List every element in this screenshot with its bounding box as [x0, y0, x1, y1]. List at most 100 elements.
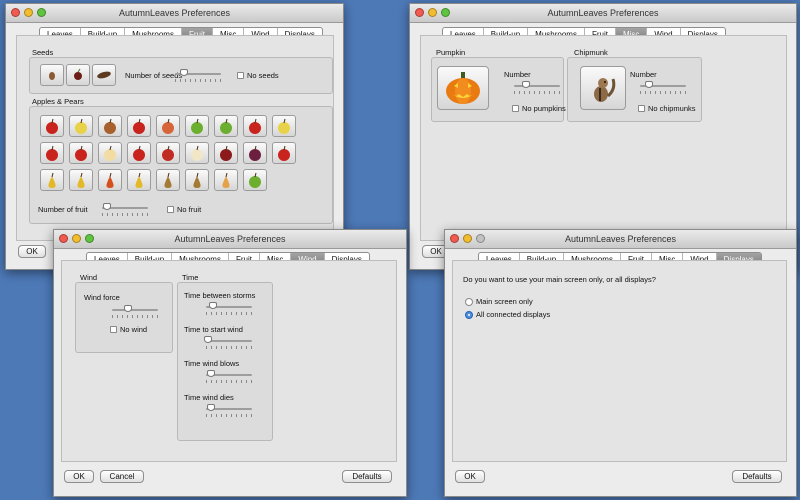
minimize-window-icon[interactable] — [428, 8, 437, 17]
no-fruit-checkbox[interactable]: No fruit — [167, 205, 201, 214]
defaults-button[interactable]: Defaults — [732, 470, 782, 483]
apple-core-icon — [191, 145, 203, 161]
pumpkin-tile[interactable] — [437, 66, 489, 110]
zoom-window-icon[interactable] — [441, 8, 450, 17]
wind-force-label: Wind force — [84, 293, 120, 302]
wind-group-title: Wind — [80, 273, 98, 282]
pod-tile[interactable] — [92, 64, 116, 86]
fruit-tile[interactable] — [98, 169, 122, 191]
fruit-tile[interactable] — [127, 115, 151, 137]
fruit-tile[interactable] — [272, 142, 296, 164]
pumpkin-number-label: Number — [504, 70, 531, 79]
fruit-tile[interactable] — [127, 169, 151, 191]
time-slider-label: Time between storms — [184, 291, 256, 300]
cherry-seed-tile[interactable] — [66, 64, 90, 86]
close-window-icon[interactable] — [450, 234, 459, 243]
title-bar[interactable]: AutumnLeaves Preferences — [445, 230, 796, 249]
number-of-seeds-label: Number of seeds — [125, 71, 183, 80]
time-slider[interactable] — [206, 404, 252, 417]
chipmunk-number-label: Number — [630, 70, 657, 79]
no-chipmunks-label: No chipmunks — [648, 104, 696, 113]
fruit-tile[interactable] — [185, 115, 209, 137]
pale-apple-icon — [104, 145, 116, 161]
title-bar[interactable]: AutumnLeaves Preferences — [410, 4, 796, 23]
bitten-apple-icon — [162, 145, 174, 161]
fruit-tile[interactable] — [98, 142, 122, 164]
chipmunk-tile[interactable] — [580, 66, 626, 110]
fruit-tile[interactable] — [243, 115, 267, 137]
no-wind-checkbox[interactable]: No wind — [110, 325, 147, 334]
close-window-icon[interactable] — [415, 8, 424, 17]
all-connected-displays-radio[interactable]: All connected displays — [465, 310, 550, 319]
seed-tile[interactable] — [40, 64, 64, 86]
fruit-tile[interactable] — [69, 115, 93, 137]
close-window-icon[interactable] — [11, 8, 20, 17]
all-connected-displays-label: All connected displays — [476, 310, 551, 319]
zoom-window-icon[interactable] — [37, 8, 46, 17]
number-of-seeds-slider[interactable] — [175, 69, 221, 82]
number-of-fruit-slider[interactable] — [102, 203, 148, 216]
all-connected-displays-radio-dot — [465, 310, 473, 319]
green-apple-icon — [220, 118, 232, 134]
title-bar[interactable]: AutumnLeaves Preferences — [54, 230, 406, 249]
number-of-fruit-label: Number of fruit — [38, 205, 88, 214]
close-window-icon[interactable] — [59, 234, 68, 243]
fruit-tile[interactable] — [40, 142, 64, 164]
fruit-tile[interactable] — [214, 115, 238, 137]
fruit-tile[interactable] — [156, 169, 180, 191]
time-slider-label: Time wind dies — [184, 393, 234, 402]
red-apple-icon — [46, 118, 58, 134]
window-title: AutumnLeaves Preferences — [564, 234, 677, 244]
time-slider[interactable] — [206, 302, 252, 315]
orange-pear-icon — [222, 172, 230, 188]
fruit-tile[interactable] — [69, 142, 93, 164]
fruit-tile[interactable] — [127, 142, 151, 164]
fruit-tile[interactable] — [243, 142, 267, 164]
fruit-tile[interactable] — [40, 169, 64, 191]
ok-button[interactable]: OK — [64, 470, 94, 483]
fruit-tile[interactable] — [98, 115, 122, 137]
wind-force-slider[interactable] — [112, 305, 158, 318]
tab-content-pane: Wind Wind force No wind Time Time betwee… — [61, 260, 397, 462]
red-apple-icon — [249, 118, 261, 134]
title-bar[interactable]: AutumnLeaves Preferences — [6, 4, 343, 23]
zoom-window-icon[interactable] — [476, 234, 485, 243]
no-pumpkins-checkbox[interactable]: No pumpkins — [512, 104, 566, 113]
red-apple-icon — [46, 145, 58, 161]
time-slider[interactable] — [204, 336, 252, 349]
pumpkin-number-slider[interactable] — [514, 81, 560, 94]
red-apple-icon — [133, 118, 145, 134]
fruit-tile[interactable] — [214, 169, 238, 191]
chipmunk-number-slider[interactable] — [640, 81, 686, 94]
minimize-window-icon[interactable] — [463, 234, 472, 243]
minimize-window-icon[interactable] — [24, 8, 33, 17]
defaults-button[interactable]: Defaults — [342, 470, 392, 483]
fruit-tile[interactable] — [185, 142, 209, 164]
no-seeds-checkbox[interactable]: No seeds — [237, 71, 279, 80]
no-chipmunks-checkbox[interactable]: No chipmunks — [638, 104, 696, 113]
ok-button[interactable]: OK — [18, 245, 46, 258]
time-group-title: Time — [182, 273, 199, 282]
fruit-tile[interactable] — [156, 115, 180, 137]
yellow-pear-icon — [48, 172, 56, 188]
fruit-tile[interactable] — [243, 169, 267, 191]
fruit-tile[interactable] — [272, 115, 296, 137]
minimize-window-icon[interactable] — [72, 234, 81, 243]
fruit-tile[interactable] — [69, 169, 93, 191]
fruit-tile[interactable] — [185, 169, 209, 191]
time-group: Time between storms Time to start wind Tim… — [177, 282, 273, 441]
main-screen-only-radio[interactable]: Main screen only — [465, 297, 533, 306]
time-slider[interactable] — [206, 370, 252, 383]
pumpkin-icon — [446, 72, 480, 104]
yellow-apple-icon — [75, 118, 87, 134]
cancel-button[interactable]: Cancel — [100, 470, 144, 483]
zoom-window-icon[interactable] — [85, 234, 94, 243]
window-title: AutumnLeaves Preferences — [547, 8, 659, 18]
window-title: AutumnLeaves Preferences — [174, 234, 286, 244]
fruit-tile[interactable] — [214, 142, 238, 164]
purple-apple-icon — [249, 145, 261, 161]
fruit-tile[interactable] — [40, 115, 64, 137]
fruit-tile[interactable] — [156, 142, 180, 164]
cherry-seed-icon — [74, 68, 82, 80]
ok-button[interactable]: OK — [455, 470, 485, 483]
